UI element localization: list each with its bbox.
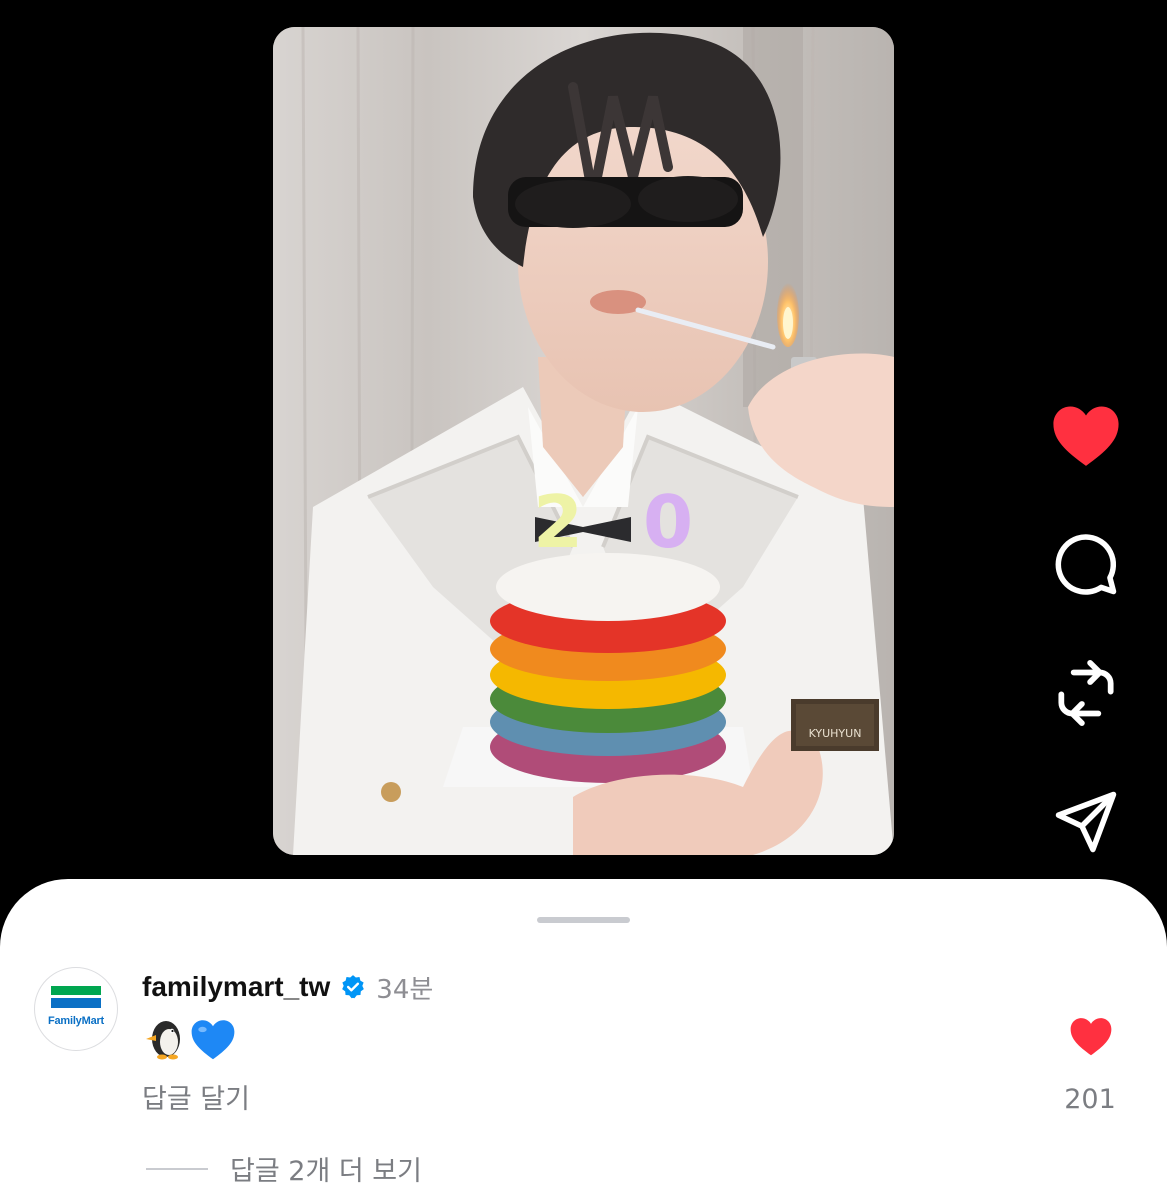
comments-sheet: FamilyMart familymart_tw 34분 답글 달기 201 답…	[0, 879, 1167, 1200]
reel-video-frame: 2 0 KYUHYUN	[273, 27, 894, 855]
like-button[interactable]	[1049, 398, 1123, 472]
candle-digit-0: 0	[643, 480, 693, 564]
blue-heart-emoji	[190, 1018, 236, 1060]
name-badge-text: KYUHYUN	[809, 727, 862, 740]
paper-plane-icon	[1055, 791, 1117, 853]
reel-video[interactable]: 2 0 KYUHYUN	[273, 27, 894, 855]
heart-filled-icon	[1053, 406, 1119, 466]
avatar[interactable]: FamilyMart	[34, 967, 118, 1051]
comment-username[interactable]: familymart_tw	[142, 971, 330, 1003]
more-replies-divider	[146, 1167, 208, 1170]
reels-screen: 2 0 KYUHYUN FamilyMart familymart_tw 34분…	[0, 0, 1167, 1200]
avatar-brand-text: FamilyMart	[47, 1015, 105, 1027]
more-replies-label: 답글 2개 더 보기	[230, 1156, 422, 1187]
reply-button[interactable]: 답글 달기	[142, 1077, 250, 1116]
repost-icon	[1058, 659, 1114, 727]
share-button[interactable]	[1049, 785, 1123, 859]
penguin-emoji	[142, 1017, 186, 1061]
avatar-logo-green-stripe	[51, 986, 101, 995]
comment-like-button[interactable]	[1068, 1016, 1114, 1056]
avatar-logo-blue-stripe	[51, 998, 101, 1008]
candle-digit-2: 2	[533, 480, 583, 564]
speech-bubble-icon	[1055, 534, 1117, 595]
comment-body	[142, 1016, 236, 1062]
comment-header: familymart_tw 34분	[142, 967, 433, 1007]
repost-button[interactable]	[1049, 656, 1123, 730]
comment-like-count: 201	[1064, 1084, 1116, 1115]
verified-badge-icon	[340, 974, 366, 1000]
view-more-replies-button[interactable]: 답글 2개 더 보기	[146, 1149, 422, 1188]
sheet-grabber[interactable]	[537, 917, 630, 923]
heart-filled-icon	[1070, 1018, 1112, 1056]
comment-button[interactable]	[1049, 527, 1123, 601]
comment-timestamp: 34분	[376, 974, 434, 1005]
